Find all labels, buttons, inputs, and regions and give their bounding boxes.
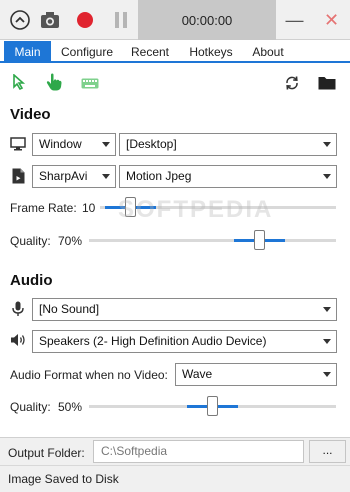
refresh-icon[interactable]: [283, 74, 301, 92]
tab-recent[interactable]: Recent: [124, 41, 176, 63]
cursor-icon[interactable]: [10, 73, 28, 91]
frame-rate-value: 10: [82, 201, 96, 215]
audio-quality-value: 50%: [58, 400, 83, 414]
slider-thumb[interactable]: [207, 396, 218, 416]
monitor-icon: [9, 136, 27, 152]
collapse-icon[interactable]: [6, 6, 34, 34]
slider-track[interactable]: [89, 239, 336, 242]
video-codec-select[interactable]: Motion Jpeg: [119, 165, 337, 188]
tab-main[interactable]: Main: [4, 41, 51, 63]
video-section-title: Video: [10, 106, 51, 123]
speaker-icon: [9, 332, 27, 348]
tab-bar: Main Configure Recent Hotkeys About: [0, 40, 350, 63]
audio-format-select[interactable]: Wave: [175, 363, 337, 386]
speakers-select[interactable]: Speakers (2- High Definition Audio Devic…: [32, 330, 337, 353]
video-codec-value: Motion Jpeg: [126, 169, 192, 183]
output-folder-bar: Output Folder: C:\Softpedia ...: [0, 437, 350, 465]
output-folder-input[interactable]: C:\Softpedia: [93, 440, 304, 463]
file-icon: [10, 167, 26, 185]
chevron-down-icon: [323, 307, 331, 312]
video-source-select[interactable]: [Desktop]: [119, 133, 337, 156]
watermark-text: SOFTPEDIA: [118, 196, 274, 223]
tab-about[interactable]: About: [246, 41, 290, 63]
title-bar: 00:00:00 — ✕: [0, 0, 350, 40]
frame-rate-label: Frame Rate:: [10, 201, 77, 215]
chevron-down-icon: [102, 142, 110, 147]
microphone-icon: [10, 300, 26, 318]
video-quality-value: 70%: [58, 234, 83, 248]
slider-thumb[interactable]: [254, 230, 266, 250]
folder-icon[interactable]: [317, 75, 337, 91]
status-text: Image Saved to Disk: [8, 472, 119, 486]
screenshot-camera-icon[interactable]: [36, 6, 64, 34]
chevron-down-icon: [323, 372, 331, 377]
close-button[interactable]: ✕: [313, 0, 350, 40]
microphone-select[interactable]: [No Sound]: [32, 298, 337, 321]
minimize-button[interactable]: —: [276, 0, 313, 40]
video-source-type-select[interactable]: Window: [32, 133, 116, 156]
speakers-value: Speakers (2- High Definition Audio Devic…: [39, 334, 267, 348]
video-source-type-value: Window: [39, 137, 82, 151]
microphone-value: [No Sound]: [39, 302, 100, 316]
audio-section-title: Audio: [10, 272, 53, 289]
click-hand-icon[interactable]: [45, 72, 63, 92]
chevron-down-icon: [323, 339, 331, 344]
record-icon[interactable]: [71, 6, 99, 34]
video-source-value: [Desktop]: [126, 137, 177, 151]
pause-icon[interactable]: [107, 6, 135, 34]
keyboard-icon[interactable]: [80, 76, 100, 90]
chevron-down-icon: [102, 174, 110, 179]
tab-configure[interactable]: Configure: [55, 41, 119, 63]
audio-format-label: Audio Format when no Video:: [10, 368, 168, 382]
chevron-down-icon: [323, 142, 331, 147]
browse-folder-button[interactable]: ...: [309, 440, 346, 463]
recording-timer: 00:00:00: [138, 0, 276, 40]
video-encoder-select[interactable]: SharpAvi: [32, 165, 116, 188]
video-quality-label: Quality:: [10, 234, 51, 248]
status-bar: Image Saved to Disk: [0, 465, 350, 492]
chevron-down-icon: [323, 174, 331, 179]
tab-hotkeys[interactable]: Hotkeys: [181, 41, 241, 63]
video-encoder-value: SharpAvi: [39, 169, 88, 183]
audio-format-value: Wave: [182, 367, 213, 381]
audio-quality-label: Quality:: [10, 400, 51, 414]
output-folder-label: Output Folder:: [8, 446, 85, 460]
